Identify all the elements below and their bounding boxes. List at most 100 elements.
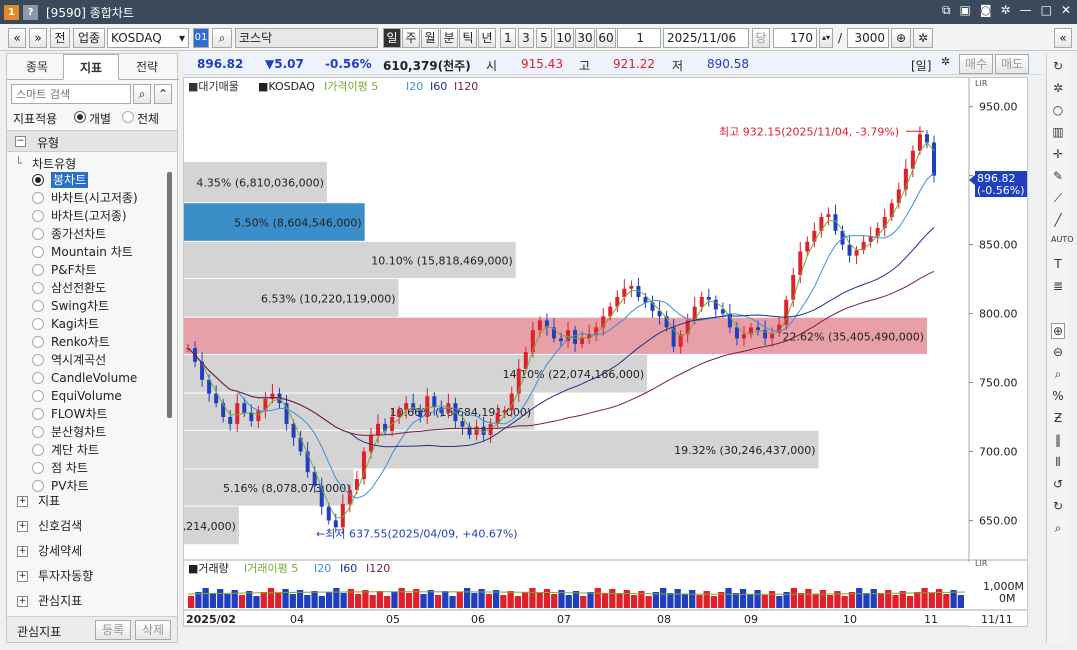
- section-header[interactable]: − 유형: [7, 130, 177, 152]
- step-field[interactable]: 1: [617, 28, 661, 48]
- crosshair-icon[interactable]: ✛: [1051, 147, 1065, 161]
- code-badge[interactable]: 01: [193, 28, 209, 48]
- count-spinner[interactable]: ▴▾: [819, 28, 833, 48]
- date-field[interactable]: 2025/11/06: [663, 28, 749, 48]
- count-field[interactable]: 170: [773, 28, 817, 48]
- close-icon[interactable]: ✕: [1061, 3, 1071, 18]
- chart-type-radio[interactable]: [32, 282, 44, 294]
- chart-type-item[interactable]: 계단 차트: [51, 442, 99, 458]
- chart-type-item[interactable]: FLOW차트: [51, 406, 108, 422]
- window-icon[interactable]: ▣: [960, 3, 971, 18]
- tab-indicator[interactable]: 지표: [63, 54, 119, 80]
- chart-type-item[interactable]: CandleVolume: [51, 370, 137, 386]
- chart-type-item[interactable]: Renko차트: [51, 334, 110, 350]
- chart-type-item[interactable]: Mountain 차트: [51, 244, 133, 260]
- zoom-icon[interactable]: ⊕: [891, 28, 911, 48]
- redo-icon[interactable]: ↻: [1051, 499, 1065, 513]
- chart-type-radio[interactable]: [32, 192, 44, 204]
- period-minute[interactable]: 분: [440, 28, 458, 48]
- indicator-group[interactable]: + 신호검색: [17, 517, 82, 534]
- all-button[interactable]: 전: [50, 28, 70, 48]
- indicator-group[interactable]: + 지표: [17, 492, 60, 509]
- columns-icon[interactable]: ⦀: [1051, 455, 1065, 470]
- zigzag-icon[interactable]: Ƶ: [1051, 411, 1065, 425]
- code-select[interactable]: KOSDAQ ▾: [107, 28, 189, 48]
- expand-up-icon[interactable]: ⌃: [154, 84, 172, 104]
- chart-type-radio[interactable]: [32, 462, 44, 474]
- radio-all[interactable]: [122, 111, 134, 123]
- interval-30[interactable]: 30: [575, 28, 595, 48]
- register-button[interactable]: 등록: [95, 620, 131, 640]
- interval-5[interactable]: 5: [536, 28, 552, 48]
- chart-type-item[interactable]: 분산형차트: [51, 424, 106, 440]
- total-field[interactable]: 3000: [847, 28, 889, 48]
- settings-icon[interactable]: ✲: [1001, 3, 1011, 18]
- search-icon[interactable]: ⌕: [212, 28, 232, 48]
- chart-type-radio[interactable]: [32, 264, 44, 276]
- camera-icon[interactable]: ◙: [980, 3, 992, 18]
- percent-icon[interactable]: %: [1051, 389, 1065, 403]
- chart-type-radio[interactable]: [32, 426, 44, 438]
- buy-button[interactable]: 매수: [959, 54, 993, 74]
- maximize-icon[interactable]: □: [1041, 3, 1052, 18]
- smart-search-input[interactable]: [11, 84, 131, 104]
- magnify-icon[interactable]: ⌕: [1051, 367, 1065, 382]
- chart-type-item[interactable]: 바차트(시고저종): [51, 190, 138, 206]
- chart-type-radio[interactable]: [32, 210, 44, 222]
- chart-type-item[interactable]: 점 차트: [51, 460, 88, 476]
- auto-icon[interactable]: AUTO: [1051, 235, 1074, 244]
- chart-type-radio[interactable]: [32, 336, 44, 348]
- chart-type-radio[interactable]: [32, 318, 44, 330]
- link-icon[interactable]: ⧉: [942, 3, 951, 18]
- pen-icon[interactable]: ✎: [1051, 169, 1065, 183]
- chart-type-radio[interactable]: [32, 390, 44, 402]
- interval-60[interactable]: 60: [596, 28, 616, 48]
- chart-type-item[interactable]: 역시계곡선: [51, 352, 106, 368]
- period-month[interactable]: 월: [421, 28, 439, 48]
- chart-type-radio[interactable]: [32, 300, 44, 312]
- prev-button[interactable]: «: [8, 28, 26, 48]
- current-button[interactable]: 당: [752, 28, 770, 48]
- indicator-group[interactable]: + 관심지표: [17, 592, 82, 609]
- chart-type-item[interactable]: 봉차트: [51, 172, 89, 188]
- chart-type-item[interactable]: 삼선전환도: [51, 280, 106, 296]
- bars-icon[interactable]: ‖: [1051, 433, 1065, 447]
- interval-1[interactable]: 1: [500, 28, 516, 48]
- period-tick[interactable]: 틱: [459, 28, 477, 48]
- search-icon[interactable]: ⌕: [133, 84, 151, 104]
- period-week[interactable]: 주: [402, 28, 420, 48]
- interval-10[interactable]: 10: [554, 28, 574, 48]
- chart-type-radio[interactable]: [32, 228, 44, 240]
- collapse-icon[interactable]: «: [1054, 28, 1072, 48]
- indicator-group[interactable]: + 투자자동향: [17, 567, 93, 584]
- chart-type-radio[interactable]: [32, 246, 44, 258]
- line-icon[interactable]: ╱: [1051, 213, 1065, 227]
- gear-icon[interactable]: ✲: [941, 55, 950, 68]
- chart-area[interactable]: 4.35% (6,810,036,000) 5.50% (8,604,546,00…: [108, 77, 1028, 638]
- zoom-in-icon[interactable]: ⊕: [1051, 323, 1065, 339]
- sector-button[interactable]: 업종: [73, 28, 105, 48]
- circle-icon[interactable]: ○: [1051, 103, 1065, 117]
- chart-type-item[interactable]: Kagi차트: [51, 316, 99, 332]
- undo-icon[interactable]: ↺: [1051, 477, 1065, 491]
- help-icon[interactable]: ?: [23, 4, 38, 20]
- chart-type-item[interactable]: Swing차트: [51, 298, 109, 314]
- chart-type-radio[interactable]: [32, 372, 44, 384]
- chart-type-item[interactable]: P&F차트: [51, 262, 97, 278]
- text-icon[interactable]: T: [1051, 257, 1065, 271]
- chart-type-item[interactable]: 종가선차트: [51, 226, 106, 242]
- zoom-out-icon[interactable]: ⊖: [1051, 345, 1065, 359]
- sell-button[interactable]: 매도: [995, 54, 1029, 74]
- chart-type-radio[interactable]: [32, 444, 44, 456]
- chart-type-item[interactable]: EquiVolume: [51, 388, 122, 404]
- tab-stock[interactable]: 종목: [11, 54, 63, 80]
- chart-type-radio[interactable]: [32, 354, 44, 366]
- interval-3[interactable]: 3: [518, 28, 534, 48]
- search-icon[interactable]: ⌕: [1051, 521, 1065, 536]
- chart-type-radio[interactable]: [32, 408, 44, 420]
- tab-strategy[interactable]: 전략: [119, 54, 175, 80]
- indicator-group[interactable]: + 강세약세: [17, 542, 82, 559]
- chart-type-radio[interactable]: [32, 480, 44, 492]
- chart-type-radio[interactable]: [32, 174, 44, 186]
- chart-type-item[interactable]: 바차트(고저종): [51, 208, 127, 224]
